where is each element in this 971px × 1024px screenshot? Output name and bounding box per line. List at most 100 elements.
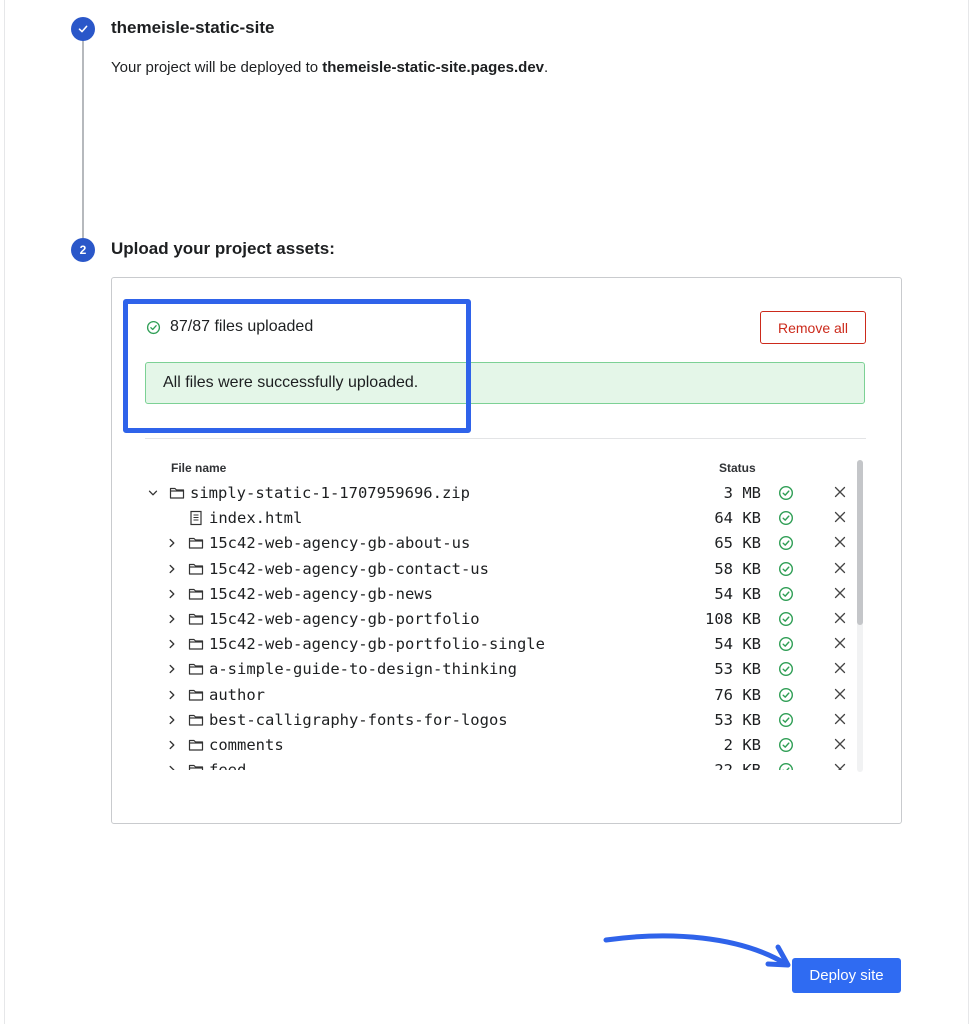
remove-file-button[interactable]	[832, 761, 848, 770]
check-circle-icon	[779, 763, 793, 770]
file-status	[778, 611, 794, 627]
file-name: simply-static-1-1707959696.zip	[190, 484, 470, 502]
file-row[interactable]: best-calligraphy-fonts-for-logos 53 KB	[140, 709, 854, 734]
scrollbar-thumb[interactable]	[857, 460, 863, 625]
upload-status-text: 87/87 files uploaded	[170, 318, 314, 335]
file-row[interactable]: 15c42-web-agency-gb-about-us 65 KB	[140, 532, 854, 557]
folder-icon-wrap	[169, 485, 185, 501]
chevron-right-icon[interactable]	[166, 537, 178, 549]
remove-file-button[interactable]	[832, 686, 848, 702]
upload-status: 87/87 files uploaded	[146, 318, 313, 336]
file-size: 3 MB	[723, 484, 761, 502]
expand-toggle[interactable]	[164, 762, 180, 770]
close-icon[interactable]	[832, 509, 848, 525]
file-row[interactable]: a-simple-guide-to-design-thinking 53 KB	[140, 658, 854, 683]
folder-icon	[188, 538, 204, 549]
folder-icon-wrap	[188, 561, 204, 577]
file-size: 53 KB	[714, 710, 761, 729]
file-row[interactable]: feed 22 KB	[140, 759, 854, 770]
file-status	[778, 485, 794, 501]
file-row[interactable]: index.html 64 KB	[140, 507, 854, 532]
close-icon[interactable]	[832, 660, 848, 676]
expand-toggle[interactable]	[164, 661, 180, 677]
chevron-right-icon[interactable]	[166, 638, 178, 650]
folder-icon-wrap	[188, 636, 204, 652]
file-status	[778, 687, 794, 703]
remove-file-button[interactable]	[832, 484, 848, 500]
remove-file-button[interactable]	[832, 534, 848, 550]
close-icon[interactable]	[832, 736, 848, 752]
frame-right-border	[968, 0, 969, 1024]
step-2-indicator: 2	[71, 238, 95, 262]
expand-toggle[interactable]	[164, 561, 180, 577]
file-size: 22 KB	[714, 761, 761, 770]
expand-toggle[interactable]	[164, 636, 180, 652]
remove-all-button[interactable]: Remove all	[760, 311, 866, 344]
step-1-title: themeisle-static-site	[111, 18, 275, 37]
close-icon[interactable]	[832, 711, 848, 727]
file-icon	[190, 511, 202, 526]
close-icon[interactable]	[832, 635, 848, 651]
chevron-right-icon[interactable]	[166, 689, 178, 701]
expand-toggle[interactable]	[164, 586, 180, 602]
remove-file-button[interactable]	[832, 560, 848, 576]
file-size: 54 KB	[714, 635, 761, 654]
chevron-right-icon[interactable]	[166, 563, 178, 575]
remove-file-button[interactable]	[832, 711, 848, 727]
file-row[interactable]: 15c42-web-agency-gb-contact-us 58 KB	[140, 558, 854, 583]
success-message: All files were successfully uploaded.	[163, 374, 419, 391]
deploy-site-button[interactable]: Deploy site	[792, 958, 901, 993]
folder-icon	[169, 487, 185, 499]
remove-file-button[interactable]	[832, 610, 848, 626]
deploy-domain: themeisle-static-site.pages.dev	[322, 59, 545, 76]
folder-icon	[188, 739, 204, 751]
folder-icon-wrap	[188, 737, 204, 753]
chevron-right-icon[interactable]	[166, 739, 178, 751]
remove-file-button[interactable]	[832, 736, 848, 752]
file-status	[778, 586, 794, 602]
chevron-right-icon[interactable]	[166, 613, 178, 625]
chevron-right-icon[interactable]	[166, 714, 178, 726]
collapse-toggle[interactable]	[145, 485, 161, 501]
close-icon[interactable]	[832, 610, 848, 626]
file-row[interactable]: 15c42-web-agency-gb-portfolio-single 54 K…	[140, 633, 854, 658]
frame-left-border	[4, 0, 5, 1024]
file-row[interactable]: comments 2 KB	[140, 734, 854, 759]
chevron-down-icon[interactable]	[147, 487, 159, 499]
close-icon[interactable]	[832, 585, 848, 601]
remove-file-button[interactable]	[832, 585, 848, 601]
expand-toggle[interactable]	[164, 535, 180, 551]
expand-toggle[interactable]	[164, 737, 180, 753]
chevron-right-icon[interactable]	[166, 588, 178, 600]
folder-icon	[188, 563, 204, 575]
folder-icon-wrap	[188, 762, 204, 770]
file-list[interactable]: simply-static-1-1707959696.zip 3 MB index.…	[140, 482, 854, 770]
file-name: 15c42-web-agency-gb-portfolio-single	[209, 635, 545, 654]
close-icon[interactable]	[832, 534, 848, 550]
file-name: 15c42-web-agency-gb-contact-us	[209, 559, 489, 578]
deploy-description-suffix: .	[544, 59, 549, 76]
file-status	[778, 535, 794, 551]
remove-file-button[interactable]	[832, 660, 848, 676]
column-header-status: Status	[719, 461, 756, 475]
chevron-right-icon[interactable]	[166, 663, 178, 675]
remove-file-button[interactable]	[832, 509, 848, 525]
expand-toggle[interactable]	[164, 687, 180, 703]
file-row[interactable]: simply-static-1-1707959696.zip 3 MB	[140, 482, 854, 507]
expand-toggle[interactable]	[164, 712, 180, 728]
close-icon[interactable]	[832, 686, 848, 702]
close-icon[interactable]	[832, 761, 848, 770]
expand-toggle[interactable]	[164, 611, 180, 627]
file-row[interactable]: 15c42-web-agency-gb-portfolio 108 KB	[140, 608, 854, 633]
file-size: 108 KB	[705, 610, 761, 628]
file-row[interactable]: author 76 KB	[140, 684, 854, 709]
close-icon[interactable]	[832, 560, 848, 576]
deploy-description: Your project will be deployed to themeis…	[111, 59, 548, 76]
close-icon[interactable]	[832, 484, 848, 500]
remove-file-button[interactable]	[832, 635, 848, 651]
file-row[interactable]: 15c42-web-agency-gb-news 54 KB	[140, 583, 854, 608]
check-circle-icon	[778, 687, 794, 702]
chevron-right-icon[interactable]	[166, 764, 178, 770]
check-circle-icon	[146, 320, 161, 334]
file-status	[778, 510, 794, 526]
